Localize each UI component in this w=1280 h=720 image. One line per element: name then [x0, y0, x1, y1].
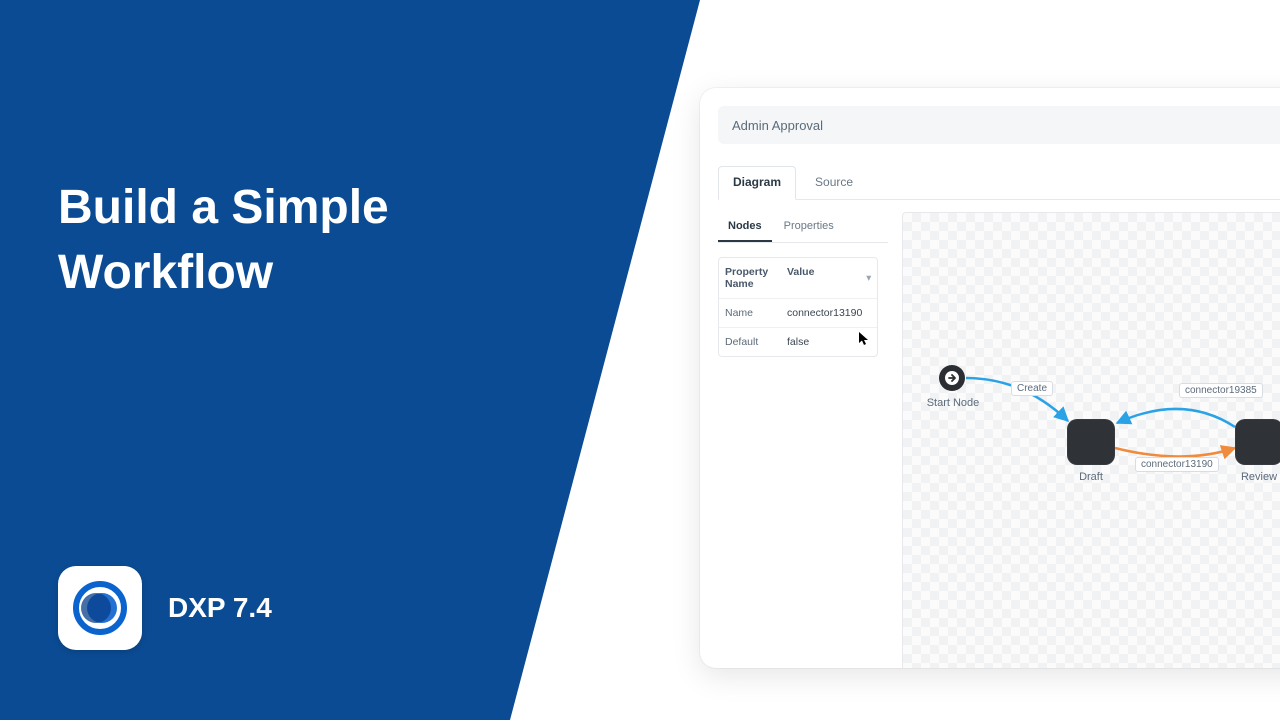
connector-label-19385[interactable]: connector19385 [1179, 383, 1263, 398]
node-draft-label: Draft [1051, 471, 1131, 483]
property-table: Property Name ▾ Value ▾ Name connector13… [718, 257, 878, 357]
edge-connector13190[interactable] [1115, 448, 1235, 457]
node-review[interactable] [1235, 419, 1280, 465]
prop-value: connector13190 [781, 299, 877, 327]
side-tabs: Nodes Properties [718, 212, 888, 243]
title-line-2: Workflow [58, 241, 389, 306]
node-start[interactable] [939, 365, 965, 391]
product-row: DXP 7.4 [58, 566, 272, 650]
table-header-row: Property Name ▾ Value ▾ [719, 258, 877, 298]
connector-label-13190[interactable]: connector13190 [1135, 457, 1219, 472]
product-logo [58, 566, 142, 650]
window-title-text: Admin Approval [732, 118, 823, 133]
table-row[interactable]: Default false [719, 327, 877, 356]
col-header-key[interactable]: Property Name ▾ [719, 258, 781, 298]
product-name: DXP 7.4 [168, 592, 272, 624]
liferay-logo-icon [72, 580, 128, 636]
page-title: Build a Simple Workflow [58, 176, 389, 306]
node-review-label: Review [1219, 471, 1280, 483]
prop-key: Name [719, 299, 781, 327]
node-start-label: Start Node [913, 397, 993, 409]
workflow-editor-window: Admin Approval Diagram Source Nodes Prop… [700, 88, 1280, 668]
subtab-nodes[interactable]: Nodes [718, 212, 772, 242]
cursor-icon [859, 332, 869, 346]
tab-diagram[interactable]: Diagram [718, 166, 796, 200]
table-row[interactable]: Name connector13190 [719, 298, 877, 327]
prop-value: false [781, 328, 877, 356]
col-header-value[interactable]: Value ▾ [781, 258, 877, 298]
tab-source[interactable]: Source [800, 166, 868, 199]
workspace: Nodes Properties Property Name ▾ Value ▾ [718, 212, 1280, 668]
title-line-1: Build a Simple [58, 176, 389, 241]
diagram-canvas[interactable]: Start Node Draft Review Create connector… [902, 212, 1280, 668]
connector-label-create[interactable]: Create [1011, 381, 1053, 396]
window-title: Admin Approval [718, 106, 1280, 144]
side-panel: Nodes Properties Property Name ▾ Value ▾ [718, 212, 888, 668]
arrow-right-circle-icon [944, 370, 960, 386]
prop-key: Default [719, 328, 781, 356]
edge-connector19385[interactable] [1117, 409, 1235, 427]
node-draft[interactable] [1067, 419, 1115, 465]
subtab-properties[interactable]: Properties [774, 212, 844, 242]
sort-icon: ▾ [866, 273, 871, 284]
editor-tabs: Diagram Source [718, 166, 1280, 200]
